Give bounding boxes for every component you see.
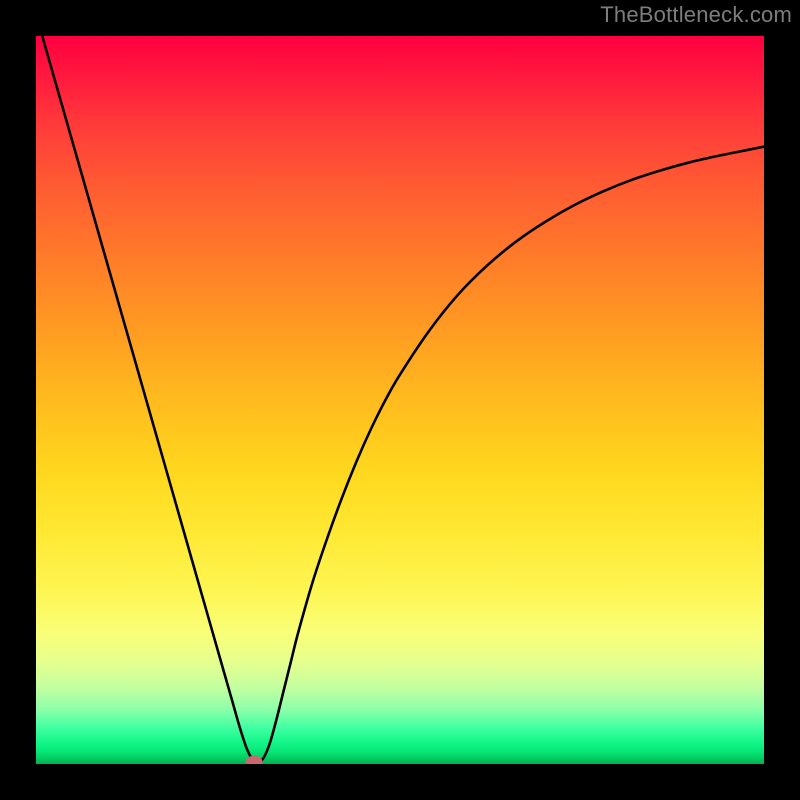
optimal-point-marker [246,756,263,764]
plot-area [36,36,764,764]
bottleneck-curve [36,36,764,764]
watermark-text: TheBottleneck.com [600,2,792,28]
chart-frame: TheBottleneck.com [0,0,800,800]
